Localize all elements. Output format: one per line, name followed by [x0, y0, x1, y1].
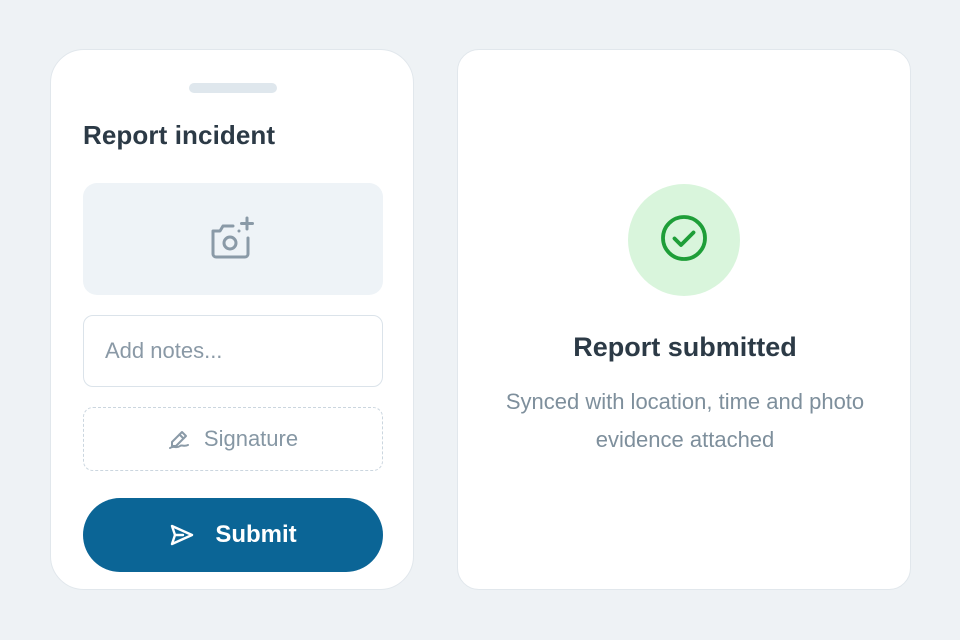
camera-add-icon	[209, 216, 257, 262]
pen-sign-icon	[168, 428, 190, 450]
submission-status-card: Report submitted Synced with location, t…	[457, 49, 911, 590]
add-photo-button[interactable]	[83, 183, 383, 295]
drag-handle[interactable]	[189, 83, 277, 93]
check-circle-icon	[659, 213, 709, 268]
submit-button[interactable]: Submit	[83, 498, 383, 572]
signature-label: Signature	[203, 426, 299, 451]
form-title: Report incident	[83, 120, 276, 150]
status-description: Synced with location, time and photo evi…	[505, 389, 865, 452]
status-title: Report submitted	[573, 332, 797, 362]
signature-pad[interactable]: Signature	[83, 407, 383, 471]
send-icon	[169, 523, 195, 547]
success-badge	[628, 184, 740, 296]
notes-input[interactable]	[83, 315, 383, 387]
report-form-card: Report incident Signature	[50, 49, 414, 590]
app-root: Report incident Signature	[0, 0, 960, 640]
submit-label: Submit	[215, 521, 297, 548]
